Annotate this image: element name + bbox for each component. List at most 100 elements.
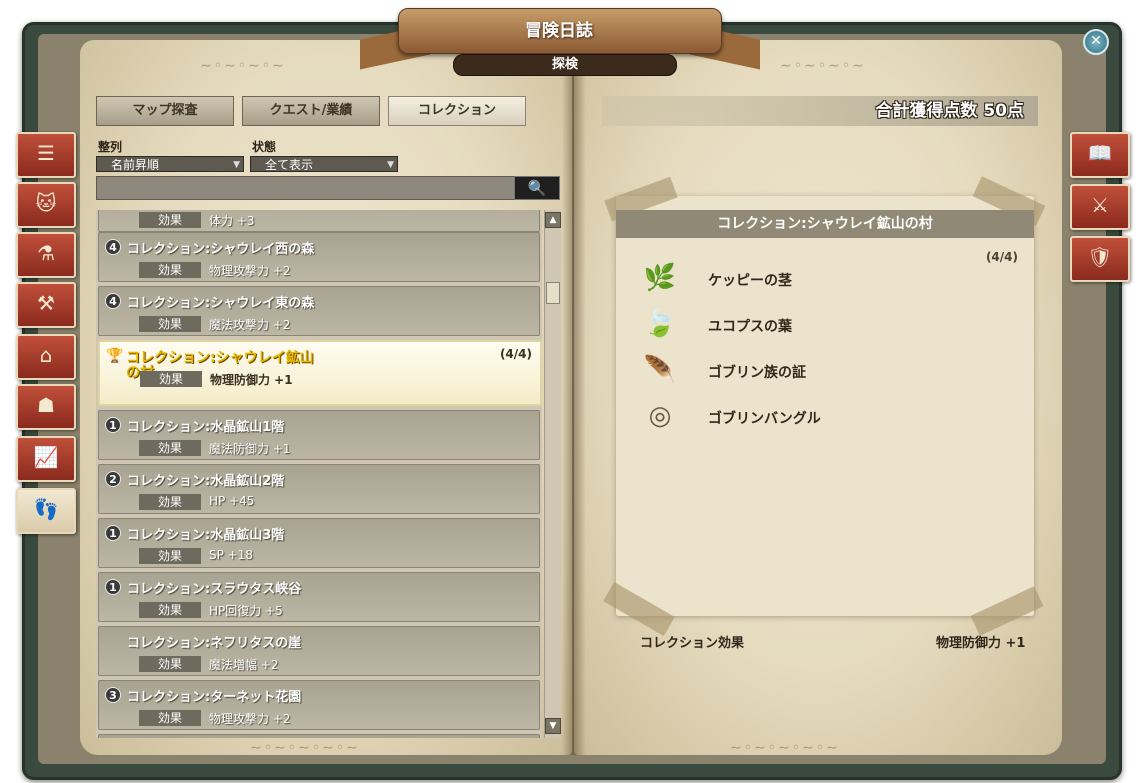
chevron-up-icon: ▲ — [549, 215, 557, 225]
chevron-down-icon: ▼ — [549, 721, 557, 731]
potion-icon: ⚗ — [37, 241, 55, 265]
effect-value: 物理防御力 +1 — [210, 373, 293, 387]
tab-collection[interactable]: コレクション — [388, 96, 526, 126]
search-icon: 🔍 — [527, 179, 547, 197]
effect-label: 効果 — [139, 212, 201, 228]
trophy-icon: 🏆 — [106, 348, 124, 364]
tab-quest-achievements[interactable]: クエスト/業績 — [242, 96, 380, 126]
effect-label: 効果 — [140, 371, 202, 387]
footprints-icon: 👣 — [33, 497, 59, 521]
level-badge: 4 — [105, 293, 121, 309]
side-tab-stats[interactable]: 📈 — [16, 436, 76, 482]
level-badge: 4 — [105, 239, 121, 255]
level-badge: 1 — [105, 579, 121, 595]
tab-map-exploration[interactable]: マップ探査 — [96, 96, 234, 126]
list-scrollbar[interactable]: ▲ ▼ — [544, 210, 561, 738]
ornament-divider: ∼◦∼◦∼◦∼ — [780, 58, 866, 74]
collection-name: コレクション:シャウレイ鉱山 — [126, 350, 314, 366]
book-spine — [562, 40, 586, 755]
level-badge: 2 — [105, 471, 121, 487]
search-input[interactable] — [96, 176, 516, 200]
shield-icon: 🛡 — [1087, 245, 1113, 269]
effect-value: HP回復力 +5 — [209, 604, 283, 618]
collection-name: コレクション:水晶鉱山2階 — [127, 474, 285, 489]
list-item[interactable]: 3 コレクション:ターネット花園 効果 物理攻撃力 +2 — [98, 680, 540, 730]
list-item-selected[interactable]: 🏆 コレクション:シャウレイ鉱山 の村 (4/4) 効果 物理防御力 +1 — [98, 340, 542, 406]
close-icon: ✕ — [1090, 33, 1102, 49]
list-item[interactable] — [98, 734, 540, 738]
chevron-down-icon: ▼ — [233, 160, 240, 170]
effect-value: 魔法防御力 +1 — [209, 442, 291, 456]
collection-count: (4/4) — [499, 347, 532, 361]
side-tab-guild[interactable]: 🛡 — [1070, 236, 1130, 282]
effect-label: 効果 — [139, 548, 201, 564]
side-tab-combat[interactable]: ⚔ — [1070, 184, 1130, 230]
collection-name: コレクション:ターネット花園 — [127, 690, 302, 705]
house-icon: ⌂ — [39, 343, 53, 367]
effect-label: 効果 — [139, 494, 201, 510]
effect-label: 効果 — [139, 656, 201, 672]
list-item[interactable]: 1 コレクション:水晶鉱山1階 効果 魔法防御力 +1 — [98, 410, 540, 460]
status-value: 全て表示 — [265, 158, 314, 172]
side-tab-journal[interactable]: 📖 — [1070, 132, 1130, 178]
effect-value: SP +18 — [209, 548, 253, 562]
effect-label: 効果 — [139, 602, 201, 618]
list-item[interactable]: 4 コレクション:シャウレイ東の森 効果 魔法攻撃力 +2 — [98, 286, 540, 336]
collection-detail-card: コレクション:シャウレイ鉱山の村 (4/4) 🌿 ケッピーの茎 🍃 ユコプスの葉… — [603, 176, 1046, 637]
scroll-thumb[interactable] — [546, 282, 560, 304]
side-tab-housing[interactable]: ⌂ — [16, 334, 76, 380]
side-tab-exploration[interactable]: 👣 — [16, 488, 76, 534]
material-name: ゴブリンバングル — [708, 411, 821, 427]
scroll-up-button[interactable]: ▲ — [545, 212, 561, 228]
bangle-icon: ◎ — [648, 401, 672, 431]
effect-value: 魔法増幅 +2 — [209, 658, 279, 672]
collection-name: コレクション:シャウレイ西の森 — [127, 242, 315, 257]
list-item[interactable]: 1 コレクション:水晶鉱山3階 効果 SP +18 — [98, 518, 540, 568]
collection-effect-value: 物理防御力 +1 — [936, 636, 1026, 651]
side-tab-items[interactable]: ⚗ — [16, 232, 76, 278]
crossed-swords-icon: ⚔ — [1091, 193, 1109, 217]
list-icon: ☰ — [37, 141, 55, 165]
anvil-icon: ⚒ — [37, 291, 55, 315]
search-button[interactable]: 🔍 — [514, 176, 560, 200]
effect-value: 物理攻撃力 +2 — [209, 712, 291, 726]
collection-name: コレクション:ネフリタスの崖 — [127, 636, 302, 651]
chevron-down-icon: ▼ — [387, 160, 394, 170]
detail-count: (4/4) — [985, 250, 1018, 264]
effect-value: 魔法攻撃力 +2 — [209, 318, 291, 332]
material-name: ゴブリン族の証 — [708, 365, 806, 381]
side-tab-crafting[interactable]: ⚒ — [16, 282, 76, 328]
cat-icon: 🐱 — [35, 191, 57, 215]
list-item[interactable]: 効果 体力 +3 — [98, 210, 540, 232]
side-tab-monsters[interactable]: ☗ — [16, 384, 76, 430]
status-dropdown[interactable]: 全て表示 ▼ — [250, 156, 398, 172]
window-title: 冒険日誌 — [525, 21, 593, 41]
side-tab-list[interactable]: ☰ — [16, 132, 76, 178]
collection-name: コレクション:水晶鉱山1階 — [127, 420, 285, 435]
effect-label: 効果 — [139, 262, 201, 278]
material-name: ユコプスの葉 — [708, 319, 792, 335]
feather-charm-icon: 🪶 — [643, 355, 677, 385]
effect-value: HP +45 — [209, 494, 255, 508]
sort-dropdown[interactable]: 名前昇順 ▼ — [96, 156, 244, 172]
collection-name: コレクション:シャウレイ東の森 — [127, 296, 315, 311]
level-badge: 1 — [105, 417, 121, 433]
list-item[interactable]: 2 コレクション:水晶鉱山2階 効果 HP +45 — [98, 464, 540, 514]
scroll-down-button[interactable]: ▼ — [545, 718, 561, 734]
list-item[interactable]: 1 コレクション:スラウタス峡谷 効果 HP回復力 +5 — [98, 572, 540, 622]
list-item[interactable]: 4 コレクション:シャウレイ西の森 効果 物理攻撃力 +2 — [98, 232, 540, 282]
collection-list[interactable]: 効果 体力 +3 4 コレクション:シャウレイ西の森 効果 物理攻撃力 +2 4… — [96, 210, 542, 738]
ornament-divider: ∼◦∼◦∼◦∼◦∼ — [250, 740, 360, 756]
close-button[interactable]: ✕ — [1083, 29, 1109, 55]
detail-title: コレクション:シャウレイ鉱山の村 — [616, 210, 1034, 238]
effect-label: 効果 — [139, 710, 201, 726]
status-label: 状態 — [252, 140, 277, 154]
effect-label: 効果 — [139, 316, 201, 332]
list-item[interactable]: コレクション:ネフリタスの崖 効果 魔法増幅 +2 — [98, 626, 540, 676]
leaf-icon: 🍃 — [643, 309, 677, 339]
effect-label: 効果 — [139, 440, 201, 456]
effect-value: 体力 +3 — [209, 214, 255, 228]
leek-icon: 🌿 — [643, 263, 677, 293]
section-subtitle: 探検 — [453, 54, 677, 76]
side-tab-pets[interactable]: 🐱 — [16, 182, 76, 228]
